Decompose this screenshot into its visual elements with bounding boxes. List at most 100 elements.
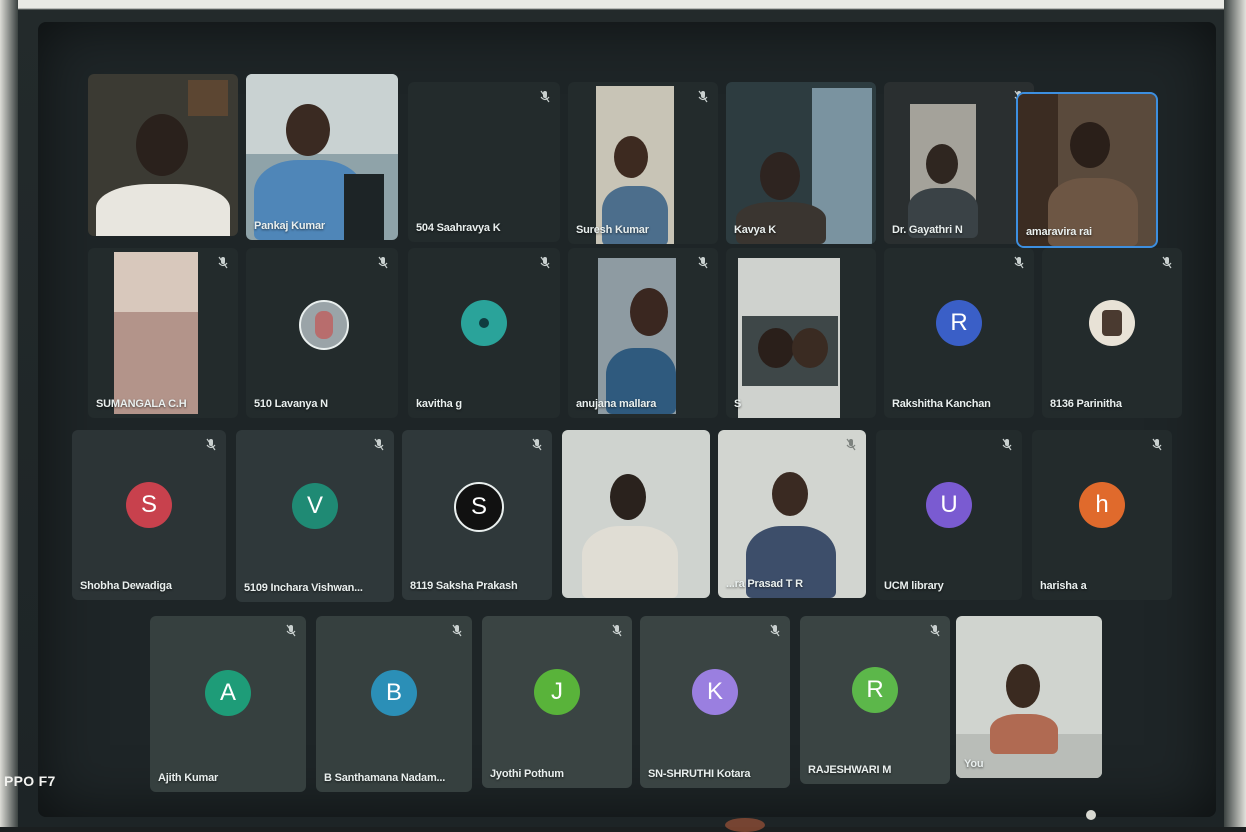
participant-tile[interactable]: R Rakshitha Kanchan bbox=[884, 248, 1034, 418]
participant-tile[interactable]: S 8119 Saksha Prakash bbox=[402, 430, 552, 600]
participant-name: ...ra Prasad T R bbox=[726, 578, 803, 590]
mic-off-icon bbox=[930, 624, 940, 638]
participant-name: Pankaj Kumar bbox=[254, 220, 325, 232]
mic-off-icon bbox=[540, 90, 550, 104]
participant-video bbox=[562, 430, 710, 598]
participant-name: amaravira rai bbox=[1026, 226, 1092, 238]
participant-name: 504 Saahravya K bbox=[416, 222, 501, 234]
participant-video bbox=[738, 258, 840, 418]
participant-name: kavitha g bbox=[416, 398, 462, 410]
participant-tile[interactable]: J Jyothi Pothum bbox=[482, 616, 632, 788]
participant-video bbox=[726, 82, 876, 244]
meeting-screen: Pankaj Kumar 504 Saahravya K Suresh Kuma… bbox=[38, 22, 1216, 817]
participant-name: S bbox=[734, 398, 742, 410]
mic-off-icon bbox=[452, 624, 462, 638]
participant-name: You bbox=[964, 758, 984, 770]
mic-off-icon bbox=[1162, 256, 1172, 270]
mic-off-icon bbox=[218, 256, 228, 270]
participant-name: Ajith Kumar bbox=[158, 772, 219, 784]
participant-letter-avatar: B bbox=[371, 670, 417, 717]
participant-tile[interactable]: K SN-SHRUTHI Kotara bbox=[640, 616, 790, 788]
mic-off-icon bbox=[1152, 438, 1162, 452]
participant-photo-avatar bbox=[299, 299, 349, 350]
participant-tile[interactable]: V 5109 Inchara Vishwan... bbox=[236, 430, 394, 602]
webcam-light bbox=[1086, 810, 1096, 820]
participant-name: anujana mallara bbox=[576, 398, 657, 410]
participant-letter-avatar: A bbox=[205, 670, 251, 717]
participant-tile[interactable]: R RAJESHWARI M bbox=[800, 616, 950, 784]
participant-tile[interactable]: kavitha g bbox=[408, 248, 560, 418]
participant-photo-avatar bbox=[461, 299, 507, 346]
participant-name: 5109 Inchara Vishwan... bbox=[244, 582, 363, 594]
participant-letter-avatar: R bbox=[936, 299, 982, 346]
mic-off-icon bbox=[698, 256, 708, 270]
participant-tile[interactable]: U UCM library bbox=[876, 430, 1022, 600]
mic-off-icon bbox=[206, 438, 216, 452]
participant-tile[interactable]: 8136 Parinitha bbox=[1042, 248, 1182, 418]
participant-letter-avatar: R bbox=[852, 666, 898, 713]
participant-tile[interactable]: 510 Lavanya N bbox=[246, 248, 398, 418]
participant-tile[interactable]: 504 Saahravya K bbox=[408, 82, 560, 242]
participant-video bbox=[246, 74, 398, 240]
participant-photo-avatar bbox=[1089, 299, 1135, 346]
participant-tile[interactable]: Dr. Gayathri N bbox=[884, 82, 1034, 244]
participant-name: Rakshitha Kanchan bbox=[892, 398, 991, 410]
participant-video bbox=[956, 616, 1102, 778]
mic-off-icon bbox=[374, 438, 384, 452]
mic-off-icon bbox=[286, 624, 296, 638]
participant-video bbox=[596, 86, 674, 244]
participant-tile[interactable] bbox=[562, 430, 710, 598]
monitor-bezel-left bbox=[0, 0, 18, 827]
participant-video bbox=[114, 252, 198, 414]
participant-tile[interactable]: A Ajith Kumar bbox=[150, 616, 306, 792]
participant-video bbox=[884, 82, 1034, 244]
participant-name: 8136 Parinitha bbox=[1050, 398, 1122, 410]
participant-name: Shobha Dewadiga bbox=[80, 580, 172, 592]
participant-tile[interactable]: ...ra Prasad T R bbox=[718, 430, 866, 598]
participant-tile[interactable]: Suresh Kumar bbox=[568, 82, 718, 244]
participant-letter-avatar: K bbox=[692, 668, 738, 715]
participant-tile[interactable]: Pankaj Kumar bbox=[246, 74, 398, 240]
reflection-glow bbox=[725, 818, 765, 832]
participant-letter-avatar: S bbox=[454, 481, 504, 532]
monitor-bezel-right bbox=[1224, 0, 1246, 827]
mic-off-icon bbox=[378, 256, 388, 270]
camera-watermark: PPO F7 bbox=[4, 773, 56, 789]
participant-tile[interactable]: S bbox=[726, 248, 876, 418]
participant-name: Dr. Gayathri N bbox=[892, 224, 963, 236]
participant-letter-avatar: V bbox=[292, 482, 338, 529]
participant-video bbox=[1018, 94, 1156, 246]
participant-name: RAJESHWARI M bbox=[808, 764, 892, 776]
participant-tile[interactable]: Kavya K bbox=[726, 82, 876, 244]
participant-letter-avatar: h bbox=[1079, 481, 1125, 528]
participant-tile-active-speaker[interactable]: amaravira rai bbox=[1016, 92, 1158, 248]
mic-off-icon bbox=[612, 624, 622, 638]
participant-name: UCM library bbox=[884, 580, 944, 592]
participant-name: Suresh Kumar bbox=[576, 224, 649, 236]
participant-name: B Santhamana Nadam... bbox=[324, 772, 446, 784]
participant-tile[interactable] bbox=[88, 74, 238, 236]
participant-name: 8119 Saksha Prakash bbox=[410, 580, 518, 592]
participant-video bbox=[598, 258, 676, 414]
participant-name: SUMANGALA C.H bbox=[96, 398, 187, 410]
participant-name: harisha a bbox=[1040, 580, 1087, 592]
participant-tile[interactable]: SUMANGALA C.H bbox=[88, 248, 238, 418]
participant-video bbox=[88, 74, 238, 236]
participant-name: SN-SHRUTHI Kotara bbox=[648, 768, 751, 780]
participant-video bbox=[718, 430, 866, 598]
participant-tile[interactable]: h harisha a bbox=[1032, 430, 1172, 600]
participant-letter-avatar: U bbox=[926, 481, 972, 528]
mic-off-icon bbox=[1002, 438, 1012, 452]
participant-tile[interactable]: B B Santhamana Nadam... bbox=[316, 616, 472, 792]
mic-off-icon bbox=[1014, 256, 1024, 270]
participant-tile[interactable]: S Shobha Dewadiga bbox=[72, 430, 226, 600]
mic-off-icon bbox=[846, 438, 856, 452]
participant-name: Jyothi Pothum bbox=[490, 768, 564, 780]
participant-tile-self[interactable]: You bbox=[956, 616, 1102, 778]
mic-off-icon bbox=[698, 90, 708, 104]
mic-off-icon bbox=[770, 624, 780, 638]
mic-off-icon bbox=[540, 256, 550, 270]
mic-off-icon bbox=[532, 438, 542, 452]
participant-name: 510 Lavanya N bbox=[254, 398, 328, 410]
participant-tile[interactable]: anujana mallara bbox=[568, 248, 718, 418]
